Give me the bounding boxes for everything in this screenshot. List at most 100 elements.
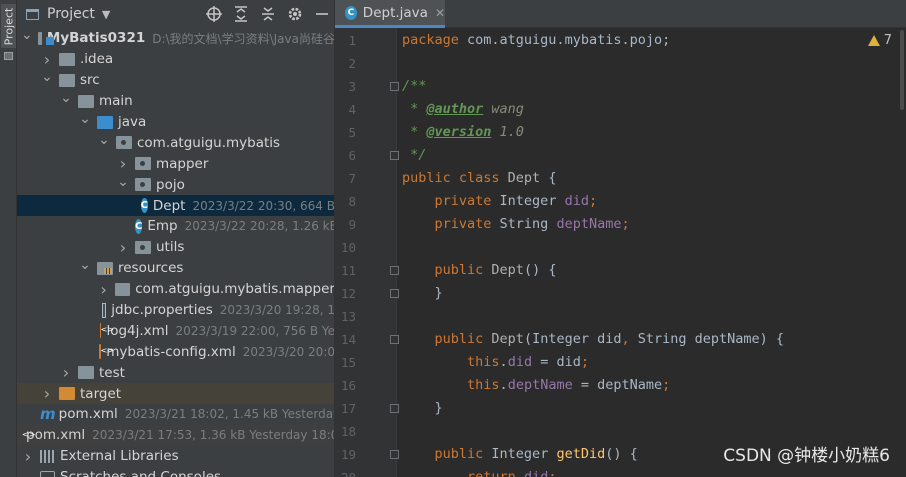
tree-item-label: main <box>99 93 133 110</box>
tree-item-label: utils <box>156 239 185 256</box>
scratches-icon <box>40 470 55 477</box>
minimize-icon[interactable] <box>313 4 331 24</box>
chevron-down-icon[interactable]: ⌄ <box>97 132 111 148</box>
line-number: 2 <box>348 56 356 71</box>
tree-item[interactable]: › utils <box>17 237 334 258</box>
project-tool-window-button[interactable]: Project <box>1 4 16 48</box>
code-line: public Dept() { <box>434 262 557 278</box>
fold-marker-icon[interactable] <box>390 151 399 160</box>
tab-dept-java[interactable]: C Dept.java ✕ <box>335 0 445 28</box>
code-line: } <box>402 400 443 416</box>
line-number: 20 <box>336 470 356 477</box>
tree-item[interactable]: ⌄ resources <box>17 257 334 279</box>
xml-file-icon <box>99 323 113 339</box>
line-number: 14 <box>340 332 356 347</box>
warning-indicator[interactable]: 7 <box>867 33 892 48</box>
folder-icon <box>116 136 132 150</box>
java-class-icon: C <box>135 218 143 234</box>
tree-item-meta: 2023/3/20 20:0 <box>242 344 335 359</box>
folder-icon <box>135 178 151 192</box>
gear-icon[interactable] <box>286 4 304 24</box>
folder-icon <box>97 115 113 129</box>
chevron-down-icon[interactable]: ⌄ <box>116 174 130 190</box>
fold-marker-icon[interactable] <box>390 266 399 275</box>
line-number: 4 <box>348 102 356 117</box>
tree-item[interactable]: › .idea <box>17 49 334 70</box>
code-line: private String deptName; <box>434 216 630 232</box>
tree-item-label: log4j.xml <box>106 322 169 339</box>
tree-item-label: Scratches and Consoles <box>60 469 221 477</box>
tree-item[interactable]: › mapper <box>17 153 334 174</box>
chevron-down-icon[interactable]: ⌄ <box>78 257 92 273</box>
chevron-down-icon[interactable]: ▼ <box>102 8 110 21</box>
properties-file-icon <box>101 302 107 318</box>
tree-item-meta: 2023/3/22 20:28, 1.26 kB <box>184 219 335 234</box>
tree-item[interactable]: Scratches and Consoles <box>17 467 334 477</box>
tree-item[interactable]: › com.atguigu.mybatis.mapper <box>17 279 334 300</box>
line-number: 6 <box>348 148 356 163</box>
tree-item[interactable]: › target <box>17 383 334 405</box>
chevron-down-icon[interactable]: ⌄ <box>21 27 33 43</box>
code-line: package com.atguigu.mybatis.pojo; <box>402 32 671 48</box>
code-area[interactable]: package com.atguigu.mybatis.pojo; /** * @… <box>402 28 906 477</box>
chevron-right-icon[interactable]: › <box>40 50 54 69</box>
chevron-down-icon[interactable]: ⌄ <box>40 69 54 85</box>
fold-marker-icon[interactable] <box>390 289 399 298</box>
tree-item[interactable]: mybatis-config.xml 2023/3/20 20:0 <box>17 341 335 362</box>
tree-item-label: com.atguigu.mybatis <box>137 134 281 151</box>
chevron-right-icon[interactable]: › <box>21 447 35 466</box>
left-tool-strip: Project <box>0 0 17 477</box>
tree-item[interactable]: › test <box>17 362 334 383</box>
chevron-right-icon[interactable]: › <box>40 384 54 403</box>
expand-all-icon[interactable] <box>232 4 250 24</box>
chevron-right-icon[interactable]: › <box>116 154 130 173</box>
project-panel-title[interactable]: Project <box>47 6 95 22</box>
tree-item[interactable]: › External Libraries <box>17 446 334 467</box>
locate-icon[interactable] <box>205 4 223 24</box>
xml-file-icon <box>99 344 113 360</box>
chevron-right-icon[interactable]: › <box>116 238 130 257</box>
folder-icon <box>59 73 75 87</box>
tree-item-label: Emp <box>147 218 178 235</box>
line-number: 18 <box>340 424 356 439</box>
warning-count: 7 <box>883 33 892 48</box>
chevron-right-icon[interactable]: › <box>97 280 110 299</box>
tree-item[interactable]: ⌄ src <box>17 69 334 91</box>
tree-item[interactable]: ⌄ main <box>17 90 334 112</box>
chevron-down-icon[interactable]: ⌄ <box>59 90 73 106</box>
tree-item[interactable]: ⌄ java <box>17 111 334 133</box>
fold-marker-icon[interactable] <box>390 82 399 91</box>
tree-item-label: mybatis-config.xml <box>106 343 236 360</box>
fold-marker-icon[interactable] <box>390 404 399 413</box>
tree-item[interactable]: m pom.xml 2023/3/21 18:02, 1.45 kB Yesterd… <box>17 404 334 425</box>
collapse-all-icon[interactable] <box>259 4 277 24</box>
tree-item[interactable]: C Emp 2023/3/22 20:28, 1.26 kB <box>17 216 335 237</box>
fold-marker-icon[interactable] <box>390 335 399 344</box>
tree-item[interactable]: ⌄ MyBatis0321 D:\我的文档\学习资料\Java尚硅谷 <box>17 27 335 49</box>
java-class-icon: C <box>140 198 148 214</box>
tree-item-label: jdbc.properties <box>111 302 213 319</box>
code-line: */ <box>402 147 427 163</box>
close-icon[interactable]: ✕ <box>435 6 445 20</box>
code-line: return did; <box>467 469 557 477</box>
tree-item-label: pom.xml <box>58 406 118 423</box>
tree-item[interactable]: log4j.xml 2023/3/19 22:00, 756 B Ye <box>17 320 334 341</box>
editor-tab-bar: C Dept.java ✕ <box>335 0 906 28</box>
line-number: 11 <box>340 263 356 278</box>
tree-item[interactable]: jdbc.properties 2023/3/20 19:28, 1 <box>17 300 334 321</box>
tree-item[interactable]: ⌄ pojo <box>17 174 334 195</box>
tree-item-label: Dept <box>152 197 186 214</box>
tree-item[interactable]: C Dept 2023/3/22 20:30, 664 B <box>17 195 334 217</box>
tree-item-label: src <box>80 72 100 89</box>
tree-item-meta: D:\我的文档\学习资料\Java尚硅谷 <box>152 31 335 46</box>
line-number: 16 <box>340 378 356 393</box>
fold-marker-icon[interactable] <box>390 450 399 459</box>
structure-icon[interactable] <box>4 52 13 60</box>
tree-item-meta: 2023/3/21 17:53, 1.36 kB Yesterday 18:03 <box>92 428 335 443</box>
chevron-right-icon[interactable]: › <box>59 363 73 382</box>
code-line: /** <box>402 78 427 94</box>
tree-item[interactable]: pom.xml 2023/3/21 17:53, 1.36 kB Yesterda… <box>17 424 335 446</box>
editor-scrollbar[interactable] <box>900 30 904 110</box>
chevron-down-icon[interactable]: ⌄ <box>78 111 92 127</box>
tree-item[interactable]: ⌄ com.atguigu.mybatis <box>17 132 334 153</box>
